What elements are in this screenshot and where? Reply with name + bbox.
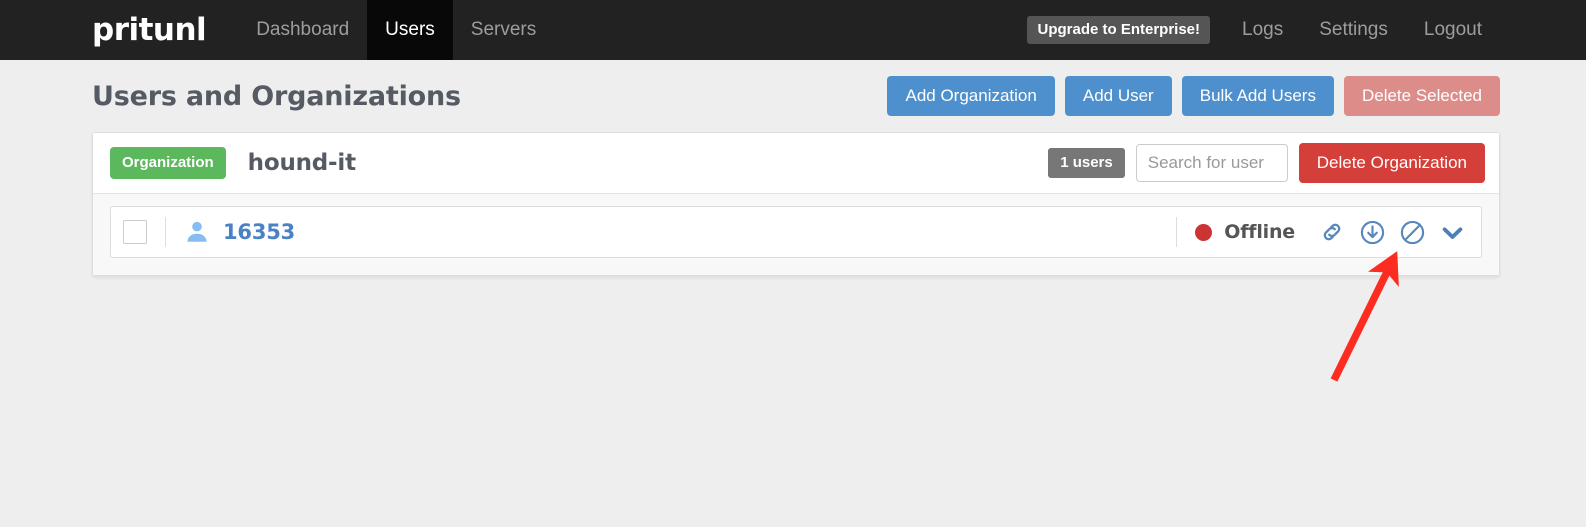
row-divider	[165, 217, 166, 247]
page-header: Users and Organizations Add Organization…	[0, 60, 1586, 132]
navbar-left-group: pritunl Dashboard Users Servers	[0, 0, 554, 60]
user-select-checkbox[interactable]	[123, 220, 147, 244]
ban-icon[interactable]	[1395, 215, 1429, 249]
page-title: Users and Organizations	[92, 80, 461, 112]
organization-body: 16353 Offline	[93, 194, 1499, 275]
status-text: Offline	[1224, 221, 1295, 243]
delete-organization-button[interactable]: Delete Organization	[1298, 142, 1485, 184]
upgrade-badge-wrap: Upgrade to Enterprise!	[1027, 0, 1224, 60]
page-root: pritunl Dashboard Users Servers Upgrade …	[0, 0, 1586, 527]
organization-name: hound-it	[247, 150, 356, 176]
upgrade-to-enterprise-button[interactable]: Upgrade to Enterprise!	[1027, 16, 1211, 44]
add-organization-button[interactable]: Add Organization	[887, 75, 1055, 117]
status-divider	[1176, 217, 1178, 247]
nav-link-logs[interactable]: Logs	[1224, 0, 1301, 60]
user-row-icons	[1315, 215, 1469, 249]
user-row-right: Offline	[1158, 215, 1469, 249]
nav-link-logout[interactable]: Logout	[1406, 0, 1500, 60]
chevron-down-icon[interactable]	[1435, 215, 1469, 249]
nav-link-servers[interactable]: Servers	[453, 0, 554, 60]
users-count-badge: 1 users	[1048, 147, 1125, 178]
user-list-row[interactable]: 16353 Offline	[110, 206, 1482, 258]
add-user-button[interactable]: Add User	[1064, 75, 1172, 117]
page-actions: Add Organization Add User Bulk Add Users…	[887, 75, 1500, 117]
pritunl-logo[interactable]: pritunl	[92, 0, 238, 60]
navbar-right-group: Upgrade to Enterprise! Logs Settings Log…	[1027, 0, 1586, 60]
bulk-add-users-button[interactable]: Bulk Add Users	[1181, 75, 1334, 117]
status-indicator-dot	[1195, 223, 1213, 241]
link-icon[interactable]	[1315, 215, 1349, 249]
organization-card: Organization hound-it 1 users Delete Org…	[92, 132, 1500, 276]
top-navbar: pritunl Dashboard Users Servers Upgrade …	[0, 0, 1586, 60]
download-icon[interactable]	[1355, 215, 1389, 249]
user-name[interactable]: 16353	[223, 220, 295, 244]
organization-badge: Organization	[110, 147, 226, 179]
organization-header: Organization hound-it 1 users Delete Org…	[93, 133, 1499, 194]
organization-header-actions: 1 users Delete Organization	[1048, 142, 1485, 184]
user-icon	[184, 219, 210, 245]
nav-link-users[interactable]: Users	[367, 0, 453, 60]
nav-link-settings[interactable]: Settings	[1301, 0, 1406, 60]
delete-selected-button[interactable]: Delete Selected	[1343, 75, 1500, 117]
search-user-input[interactable]	[1135, 143, 1288, 182]
nav-link-dashboard[interactable]: Dashboard	[238, 0, 367, 60]
